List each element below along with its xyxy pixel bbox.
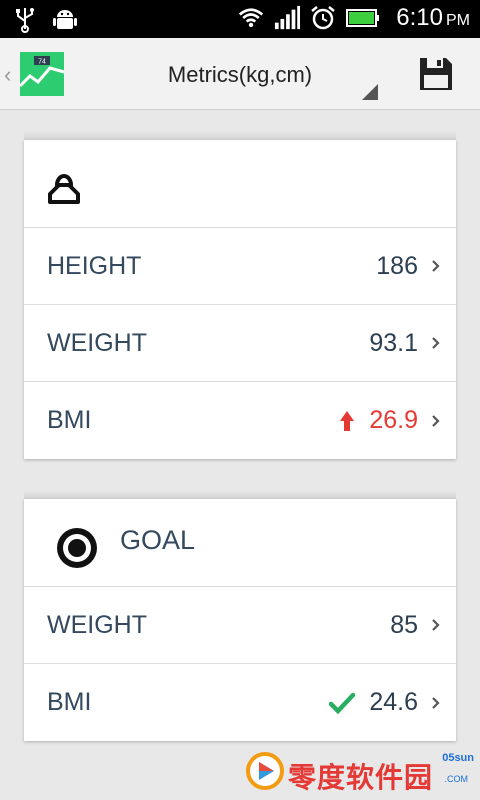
chevron-right-icon: [432, 619, 440, 631]
height-row[interactable]: HEIGHT 186: [24, 228, 456, 305]
action-bar: ‹ 74 Metrics(kg,cm): [0, 38, 480, 110]
bmi-value-group: 26.9: [339, 406, 418, 435]
goal-bmi-row[interactable]: BMI 24.6: [24, 664, 456, 741]
clock: 6:10 PM: [396, 4, 470, 31]
chevron-right-icon: [432, 696, 440, 709]
spinner-title: Metrics(kg,cm): [167, 62, 313, 87]
height-label: HEIGHT: [47, 251, 142, 280]
chart-app-icon[interactable]: 74: [18, 50, 66, 98]
usb-icon: [12, 6, 38, 34]
height-value: 186: [376, 251, 418, 280]
chevron-right-icon: [432, 337, 440, 349]
goal-weight-row[interactable]: WEIGHT 85: [24, 587, 456, 664]
android-debug-icon: [52, 6, 78, 34]
signal-icon: [274, 4, 301, 32]
profile-card: HEIGHT 186 WEIGHT 93.1 BMI 26.9: [24, 140, 456, 459]
save-button[interactable]: [418, 56, 454, 92]
bmi-label: BMI: [47, 406, 92, 434]
goal-weight-label: WEIGHT: [47, 610, 147, 639]
target-icon: [56, 527, 98, 574]
save-icon: [420, 58, 452, 90]
goal-card-header: GOAL: [24, 499, 456, 587]
bmi-row[interactable]: BMI 26.9: [24, 382, 456, 459]
checkmark-icon: [329, 692, 356, 714]
goal-bmi-value-group: 24.6: [329, 688, 418, 717]
goal-bmi-label: BMI: [47, 688, 92, 716]
battery-icon: [346, 4, 380, 32]
wifi-icon: [238, 4, 264, 32]
dropdown-arrow-icon: [362, 84, 378, 100]
alarm-icon: [310, 4, 336, 32]
chevron-right-icon: [432, 414, 440, 427]
goal-card: GOAL WEIGHT 85 BMI 24.6: [24, 499, 456, 741]
person-icon: [46, 170, 82, 211]
watermark: 零度软件园 05sun .COM: [244, 748, 480, 800]
watermark-small: 05sun: [442, 752, 474, 764]
back-chevron-icon[interactable]: ‹: [4, 62, 11, 88]
watermark-text: 零度软件园: [288, 761, 434, 794]
arrow-up-icon: [339, 410, 355, 432]
watermark-com: .COM: [444, 774, 469, 784]
app-icon-badge: 74: [38, 59, 46, 66]
goal-title: GOAL: [120, 525, 196, 555]
bmi-value: 26.9: [369, 406, 418, 434]
profile-card-header: [24, 140, 456, 228]
goal-weight-value: 85: [390, 610, 418, 639]
weight-row[interactable]: WEIGHT 93.1: [24, 305, 456, 382]
status-bar: 6:10 PM: [0, 0, 480, 38]
goal-bmi-value: 24.6: [369, 688, 418, 716]
weight-label: WEIGHT: [47, 328, 147, 357]
watermark-logo-icon: [246, 752, 284, 790]
chevron-right-icon: [432, 260, 440, 272]
units-spinner[interactable]: Metrics(kg,cm): [90, 38, 390, 110]
weight-value: 93.1: [369, 328, 418, 357]
